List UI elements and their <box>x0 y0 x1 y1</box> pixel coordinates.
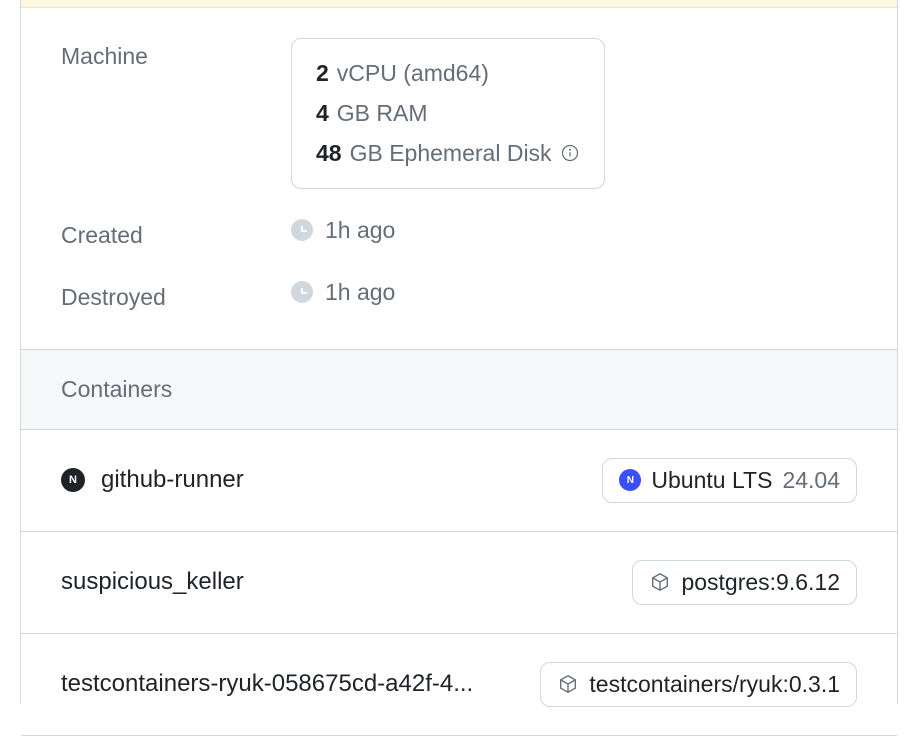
container-row[interactable]: testcontainers-ryuk-058675cd-a42f-4... t… <box>21 634 897 736</box>
cpu-count: 2 <box>316 57 329 89</box>
container-name: suspicious_keller <box>61 568 244 596</box>
created-row: Created 1h ago <box>61 217 857 251</box>
info-icon[interactable] <box>560 143 580 163</box>
machine-disk: 48 GB Ephemeral Disk <box>316 137 580 169</box>
machine-row: Machine 2 vCPU (amd64) 4 GB RAM 48 GB Ep… <box>61 38 857 189</box>
clock-icon <box>291 219 313 241</box>
ram-label: GB RAM <box>337 97 428 129</box>
machine-label: Machine <box>61 38 291 72</box>
tag-version: 24.04 <box>782 467 840 494</box>
container-tag: postgres:9.6.12 <box>632 560 857 605</box>
containers-header: Containers <box>21 349 897 430</box>
machine-details: Machine 2 vCPU (amd64) 4 GB RAM 48 GB Ep… <box>21 8 897 349</box>
notice-bar <box>21 0 897 8</box>
container-name: github-runner <box>101 466 244 494</box>
container-tag: N Ubuntu LTS 24.04 <box>602 458 857 503</box>
machine-cpu: 2 vCPU (amd64) <box>316 57 580 89</box>
tag-name: Ubuntu LTS <box>651 467 772 494</box>
destroyed-row: Destroyed 1h ago <box>61 279 857 313</box>
ubuntu-icon: N <box>619 469 641 491</box>
container-row[interactable]: N github-runner N Ubuntu LTS 24.04 <box>21 430 897 532</box>
cube-icon <box>557 673 579 695</box>
container-row[interactable]: suspicious_keller postgres:9.6.12 <box>21 532 897 634</box>
container-tag: testcontainers/ryuk:0.3.1 <box>540 662 857 707</box>
tag-name: postgres:9.6.12 <box>681 569 840 596</box>
clock-icon <box>291 281 313 303</box>
created-label: Created <box>61 217 291 251</box>
disk-label: GB Ephemeral Disk <box>350 137 552 169</box>
destroyed-label: Destroyed <box>61 279 291 313</box>
machine-ram: 4 GB RAM <box>316 97 580 129</box>
ram-count: 4 <box>316 97 329 129</box>
cpu-label: vCPU (amd64) <box>337 57 489 89</box>
container-name: testcontainers-ryuk-058675cd-a42f-4... <box>61 670 473 698</box>
destroyed-value: 1h ago <box>325 279 395 306</box>
runner-icon: N <box>61 468 85 492</box>
machine-specs-box: 2 vCPU (amd64) 4 GB RAM 48 GB Ephemeral … <box>291 38 605 189</box>
tag-name: testcontainers/ryuk:0.3.1 <box>589 671 840 698</box>
cube-icon <box>649 571 671 593</box>
created-value: 1h ago <box>325 217 395 244</box>
disk-count: 48 <box>316 137 342 169</box>
